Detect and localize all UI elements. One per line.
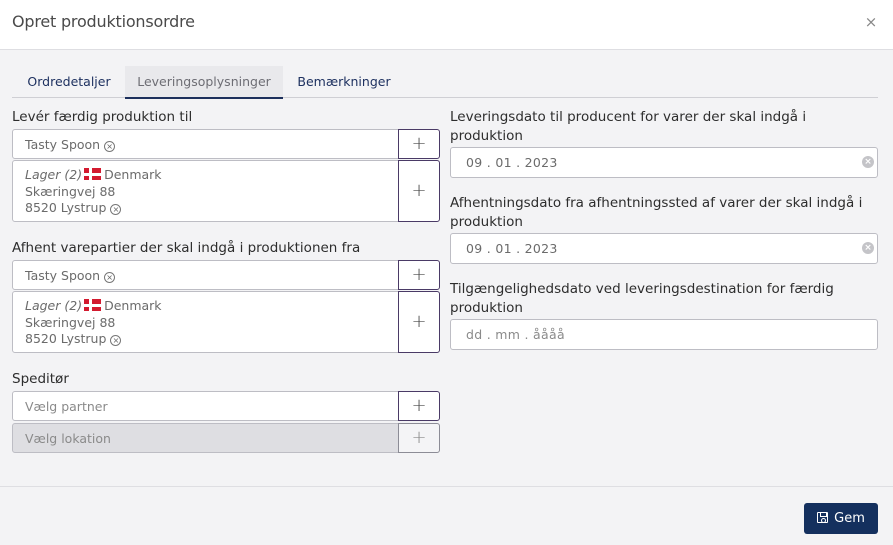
pickup-from-label: Afhent varepartier der skal indgå i prod…	[12, 240, 361, 256]
location-chip: Lager (2) Denmark Skæringvej 88 8520 Lyst…	[25, 167, 162, 217]
add-location-button: +	[398, 423, 440, 453]
date-value: 09 . 01 . 2023	[466, 155, 558, 170]
remove-partner-icon[interactable]: ×	[104, 141, 116, 152]
location-street: Skæringvej 88	[25, 183, 116, 199]
pickup-date-label: Afhentningsdato fra afhentningssted af v…	[450, 195, 863, 230]
denmark-flag-icon	[84, 299, 102, 311]
partner-name: Tasty Spoon	[25, 268, 101, 283]
deliver-to-location-field[interactable]: Lager (2) Denmark Skæringvej 88 8520 Lyst…	[12, 160, 400, 222]
remove-location-icon[interactable]: ×	[110, 204, 122, 215]
location-country: Denmark	[104, 298, 162, 313]
add-partner-button[interactable]: +	[398, 391, 440, 421]
dialog-title: Opret produktionsordre	[12, 12, 195, 31]
delivery-date-label: Leveringsdato til producent for varer de…	[450, 109, 807, 144]
deliver-to-partner-field[interactable]: Tasty Spoon ×	[12, 129, 400, 159]
forwarder-label: Speditør	[12, 371, 69, 387]
location-country: Denmark	[104, 167, 162, 182]
forwarder-partner-input[interactable]: Vælg partner	[12, 391, 400, 421]
location-name: Lager (2)	[25, 167, 83, 182]
location-name: Lager (2)	[25, 298, 83, 313]
availability-date-input[interactable]: dd . mm . åååå	[450, 319, 878, 350]
add-location-button[interactable]: +	[398, 160, 440, 222]
dialog-header: Opret produktionsordre ×	[0, 0, 893, 50]
tab-ordredetaljer[interactable]: Ordredetaljer	[16, 66, 122, 98]
save-button[interactable]: Gem	[804, 503, 878, 534]
tab-bemaerkninger[interactable]: Bemærkninger	[290, 66, 398, 98]
add-partner-button[interactable]: +	[398, 129, 440, 159]
partner-placeholder: Vælg partner	[25, 399, 108, 414]
clear-date-icon[interactable]: ×	[862, 156, 874, 168]
tab-leveringsoplysninger[interactable]: Leveringsoplysninger	[125, 66, 283, 99]
close-icon[interactable]: ×	[863, 13, 879, 31]
save-label: Gem	[834, 511, 865, 526]
partner-chip: Tasty Spoon ×	[25, 137, 116, 152]
pickup-date-input[interactable]: 09 . 01 . 2023 ×	[450, 233, 878, 264]
location-street: Skæringvej 88	[25, 314, 116, 330]
tab-bar: Ordredetaljer Leveringsoplysninger Bemær…	[12, 66, 878, 99]
delivery-date-input[interactable]: 09 . 01 . 2023 ×	[450, 147, 878, 178]
availability-date-label: Tilgængelighedsdato ved leveringsdestina…	[450, 281, 834, 316]
date-value: 09 . 01 . 2023	[466, 241, 558, 256]
pickup-partner-field[interactable]: Tasty Spoon ×	[12, 260, 400, 290]
remove-partner-icon[interactable]: ×	[104, 272, 116, 283]
forwarder-location-input: Vælg lokation	[12, 423, 400, 453]
partner-chip: Tasty Spoon ×	[25, 268, 116, 283]
clear-date-icon[interactable]: ×	[862, 242, 874, 254]
location-city: 8520 Lystrup	[25, 200, 107, 215]
denmark-flag-icon	[84, 168, 102, 180]
pickup-location-field[interactable]: Lager (2) Denmark Skæringvej 88 8520 Lyst…	[12, 291, 400, 353]
add-location-button[interactable]: +	[398, 291, 440, 353]
date-placeholder: dd . mm . åååå	[466, 327, 565, 342]
remove-location-icon[interactable]: ×	[110, 335, 122, 346]
partner-name: Tasty Spoon	[25, 137, 101, 152]
floppy-disk-icon	[817, 512, 829, 523]
footer-divider	[0, 486, 893, 487]
deliver-to-label: Levér færdig produktion til	[12, 109, 193, 125]
location-city: 8520 Lystrup	[25, 331, 107, 346]
location-chip: Lager (2) Denmark Skæringvej 88 8520 Lyst…	[25, 298, 162, 348]
location-placeholder: Vælg lokation	[25, 431, 111, 446]
add-partner-button[interactable]: +	[398, 260, 440, 290]
